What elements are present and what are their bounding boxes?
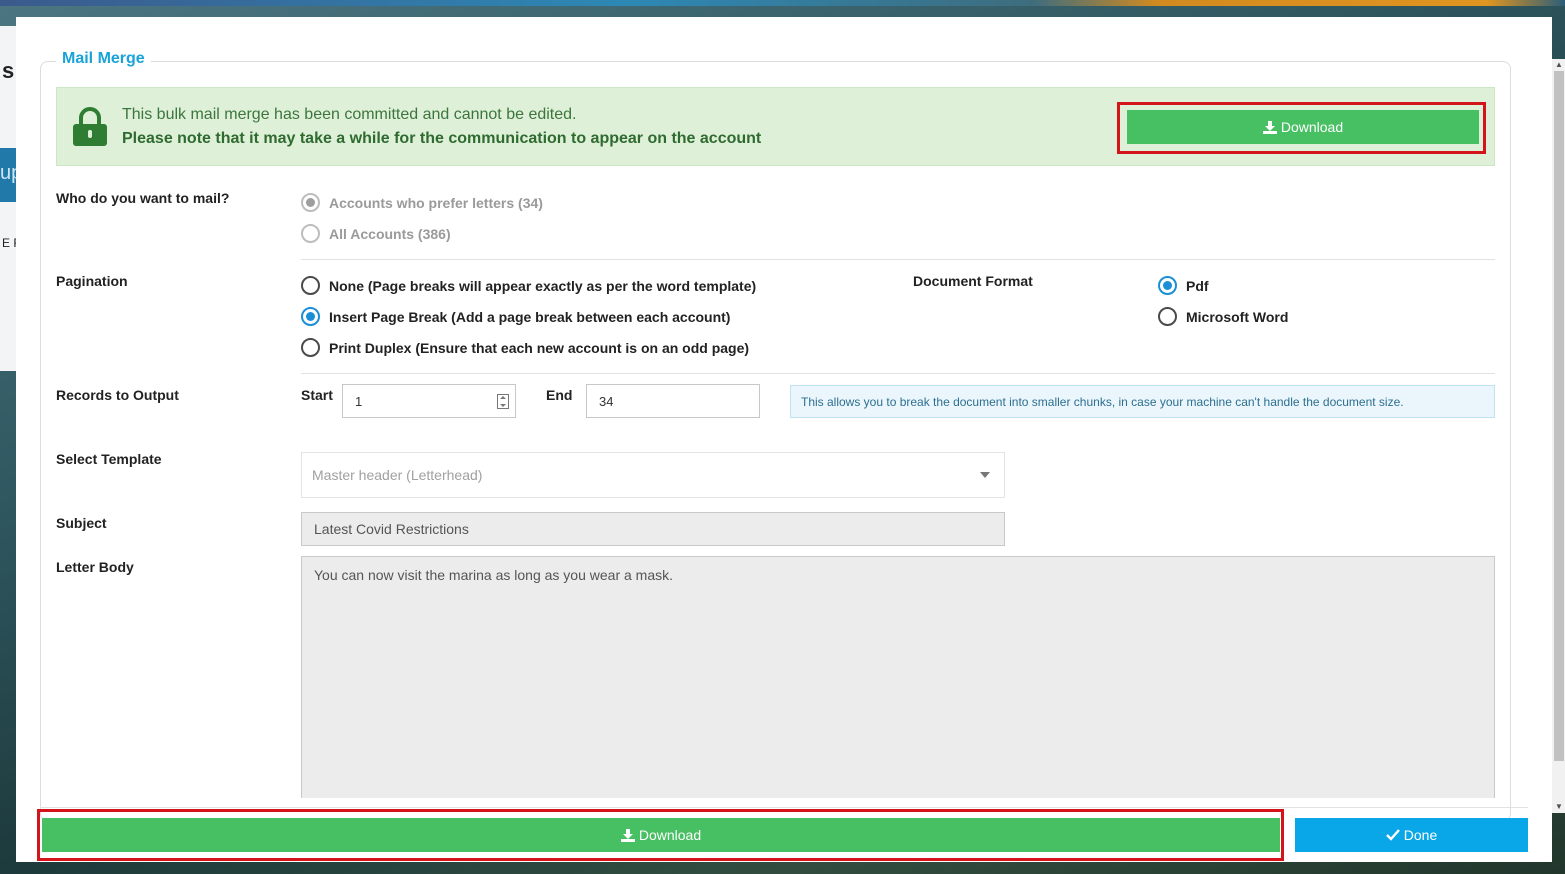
footer-divider <box>40 807 1528 808</box>
radio-button[interactable] <box>1158 307 1177 326</box>
radio-pagination-page-break[interactable]: Insert Page Break (Add a page break betw… <box>301 307 730 326</box>
end-input[interactable]: 34 <box>586 384 760 418</box>
radio-button[interactable] <box>301 224 320 243</box>
download-icon <box>1262 120 1277 134</box>
records-label: Records to Output <box>56 387 179 403</box>
download-label: Download <box>638 827 702 843</box>
radio-button[interactable] <box>301 276 320 295</box>
radio-label: Microsoft Word <box>1186 308 1289 325</box>
background-text: s <box>2 58 15 83</box>
subject-label: Subject <box>56 515 107 531</box>
lock-icon <box>73 107 107 146</box>
end-value: 34 <box>599 393 614 409</box>
radio-button[interactable] <box>301 338 320 357</box>
who-label: Who do you want to mail? <box>56 190 230 206</box>
chevron-down-icon[interactable] <box>980 472 990 478</box>
end-label: End <box>546 387 573 403</box>
divider <box>301 259 1495 260</box>
alert-message: This bulk mail merge has been committed … <box>122 106 577 123</box>
pagination-label: Pagination <box>56 273 128 289</box>
divider <box>301 373 1495 374</box>
radio-pagination-duplex[interactable]: Print Duplex (Ensure that each new accou… <box>301 338 749 357</box>
radio-label: None (Page breaks will appear exactly as… <box>329 277 757 294</box>
template-select-value: Master header (Letterhead) <box>312 467 483 483</box>
letter-body-label: Letter Body <box>56 559 134 575</box>
scroll-up-icon[interactable]: ▲ <box>1552 59 1565 71</box>
scroll-down-icon[interactable]: ▼ <box>1552 801 1565 813</box>
document-format-label: Document Format <box>913 273 1033 289</box>
background-band: up <box>0 148 23 202</box>
radio-accounts-prefer-letters[interactable]: Accounts who prefer letters (34) <box>301 193 543 212</box>
done-button[interactable]: Done <box>1295 818 1528 852</box>
download-label: Download <box>1280 119 1344 135</box>
radio-label: Pdf <box>1186 277 1209 294</box>
radio-format-pdf[interactable]: Pdf <box>1158 276 1209 295</box>
template-label: Select Template <box>56 451 162 467</box>
letter-body-field[interactable]: You can now visit the marina as long as … <box>301 556 1495 798</box>
template-select[interactable]: Master header (Letterhead) <box>301 452 1005 498</box>
number-spinner-icon[interactable] <box>497 394 509 409</box>
subject-field[interactable]: Latest Covid Restrictions <box>301 512 1005 546</box>
radio-label: Insert Page Break (Add a page break betw… <box>329 308 731 325</box>
radio-button-selected[interactable] <box>301 307 320 326</box>
radio-format-word[interactable]: Microsoft Word <box>1158 307 1288 326</box>
background-band-text: up <box>0 162 23 184</box>
start-input[interactable]: 1 <box>342 384 516 418</box>
section-title: Mail Merge <box>56 50 151 68</box>
start-label: Start <box>301 387 333 403</box>
radio-button-selected[interactable] <box>1158 276 1177 295</box>
radio-label: Accounts who prefer letters (34) <box>329 194 543 211</box>
records-info-text: This allows you to break the document in… <box>801 394 1404 409</box>
radio-label: Print Duplex (Ensure that each new accou… <box>329 339 750 356</box>
alert-note: Please note that it may take a while for… <box>122 130 762 147</box>
check-icon <box>1385 829 1400 841</box>
records-info-box: This allows you to break the document in… <box>790 385 1495 418</box>
radio-all-accounts[interactable]: All Accounts (386) <box>301 224 451 243</box>
done-label: Done <box>1403 827 1438 843</box>
radio-label: All Accounts (386) <box>329 225 451 242</box>
subject-value: Latest Covid Restrictions <box>314 521 469 537</box>
download-button-footer[interactable]: Download <box>42 818 1280 852</box>
modal-scrollbar[interactable]: ▲ ▼ <box>1552 59 1565 813</box>
download-icon <box>620 828 635 842</box>
scroll-thumb[interactable] <box>1554 71 1564 761</box>
download-button-top[interactable]: Download <box>1127 110 1479 144</box>
letter-body-value: You can now visit the marina as long as … <box>314 567 674 583</box>
radio-pagination-none[interactable]: None (Page breaks will appear exactly as… <box>301 276 756 295</box>
start-value: 1 <box>355 393 363 409</box>
radio-button-selected[interactable] <box>301 193 320 212</box>
